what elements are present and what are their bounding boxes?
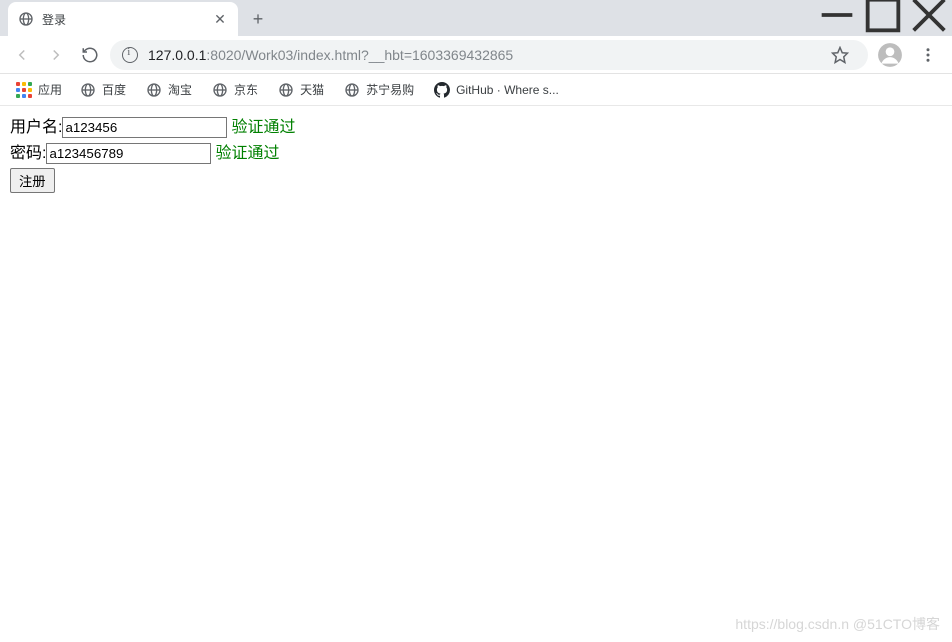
github-icon [434, 82, 450, 98]
page-content: 用户名: 验证通过 密码: 验证通过 注册 [0, 106, 952, 206]
bookmark-suning[interactable]: 苏宁易购 [336, 77, 422, 102]
username-input[interactable] [62, 117, 227, 138]
register-button[interactable]: 注册 [10, 168, 55, 193]
globe-icon [278, 82, 294, 98]
bookmark-label: 百度 [102, 81, 126, 98]
bookmark-star-button[interactable] [824, 39, 856, 71]
bookmark-label: 天猫 [300, 81, 324, 98]
browser-tab[interactable]: 登录 ✕ [8, 2, 238, 36]
window-controls [814, 0, 952, 30]
bookmark-jd[interactable]: 京东 [204, 77, 266, 102]
password-row: 密码: 验证通过 [10, 142, 942, 166]
apps-button[interactable]: 应用 [10, 77, 68, 102]
forward-button[interactable] [42, 41, 70, 69]
tab-strip: 登录 ✕ + [0, 0, 952, 36]
username-label: 用户名: [10, 119, 62, 136]
bookmark-label: 京东 [234, 81, 258, 98]
bookmark-baidu[interactable]: 百度 [72, 77, 134, 102]
submit-row: 注册 [10, 168, 942, 194]
url-text: 127.0.0.1:8020/Work03/index.html?__hbt=1… [148, 47, 814, 63]
bookmark-taobao[interactable]: 淘宝 [138, 77, 200, 102]
bookmark-label: GitHub · Where s... [456, 83, 559, 97]
tab-title: 登录 [42, 11, 204, 28]
browser-toolbar: 127.0.0.1:8020/Work03/index.html?__hbt=1… [0, 36, 952, 74]
url-host: 127.0.0.1 [148, 47, 206, 63]
globe-icon [18, 11, 34, 27]
globe-icon [80, 82, 96, 98]
bookmark-github[interactable]: GitHub · Where s... [426, 78, 567, 102]
password-input[interactable] [46, 143, 211, 164]
reload-button[interactable] [76, 41, 104, 69]
minimize-button[interactable] [814, 0, 860, 30]
watermark: https://blog.csdn.n @51CTO博客 [735, 614, 940, 634]
globe-icon [344, 82, 360, 98]
address-bar[interactable]: 127.0.0.1:8020/Work03/index.html?__hbt=1… [110, 40, 868, 70]
globe-icon [146, 82, 162, 98]
globe-icon [212, 82, 228, 98]
apps-label: 应用 [38, 81, 62, 98]
username-validation-msg: 验证通过 [231, 119, 295, 136]
bookmark-label: 淘宝 [168, 81, 192, 98]
maximize-button[interactable] [860, 0, 906, 30]
username-row: 用户名: 验证通过 [10, 116, 942, 140]
password-validation-msg: 验证通过 [215, 145, 279, 162]
close-tab-button[interactable]: ✕ [212, 11, 228, 28]
close-window-button[interactable] [906, 0, 952, 30]
back-button[interactable] [8, 41, 36, 69]
profile-button[interactable] [874, 39, 906, 71]
url-path: :8020/Work03/index.html?__hbt=1603369432… [206, 47, 513, 63]
site-info-icon[interactable] [122, 47, 138, 63]
bookmark-tmall[interactable]: 天猫 [270, 77, 332, 102]
apps-icon [16, 82, 32, 98]
password-label: 密码: [10, 145, 46, 162]
new-tab-button[interactable]: + [244, 5, 272, 33]
menu-button[interactable] [912, 39, 944, 71]
bookmarks-bar: 应用 百度 淘宝 京东 天猫 苏宁易购 GitHub · Where s... [0, 74, 952, 106]
bookmark-label: 苏宁易购 [366, 81, 414, 98]
